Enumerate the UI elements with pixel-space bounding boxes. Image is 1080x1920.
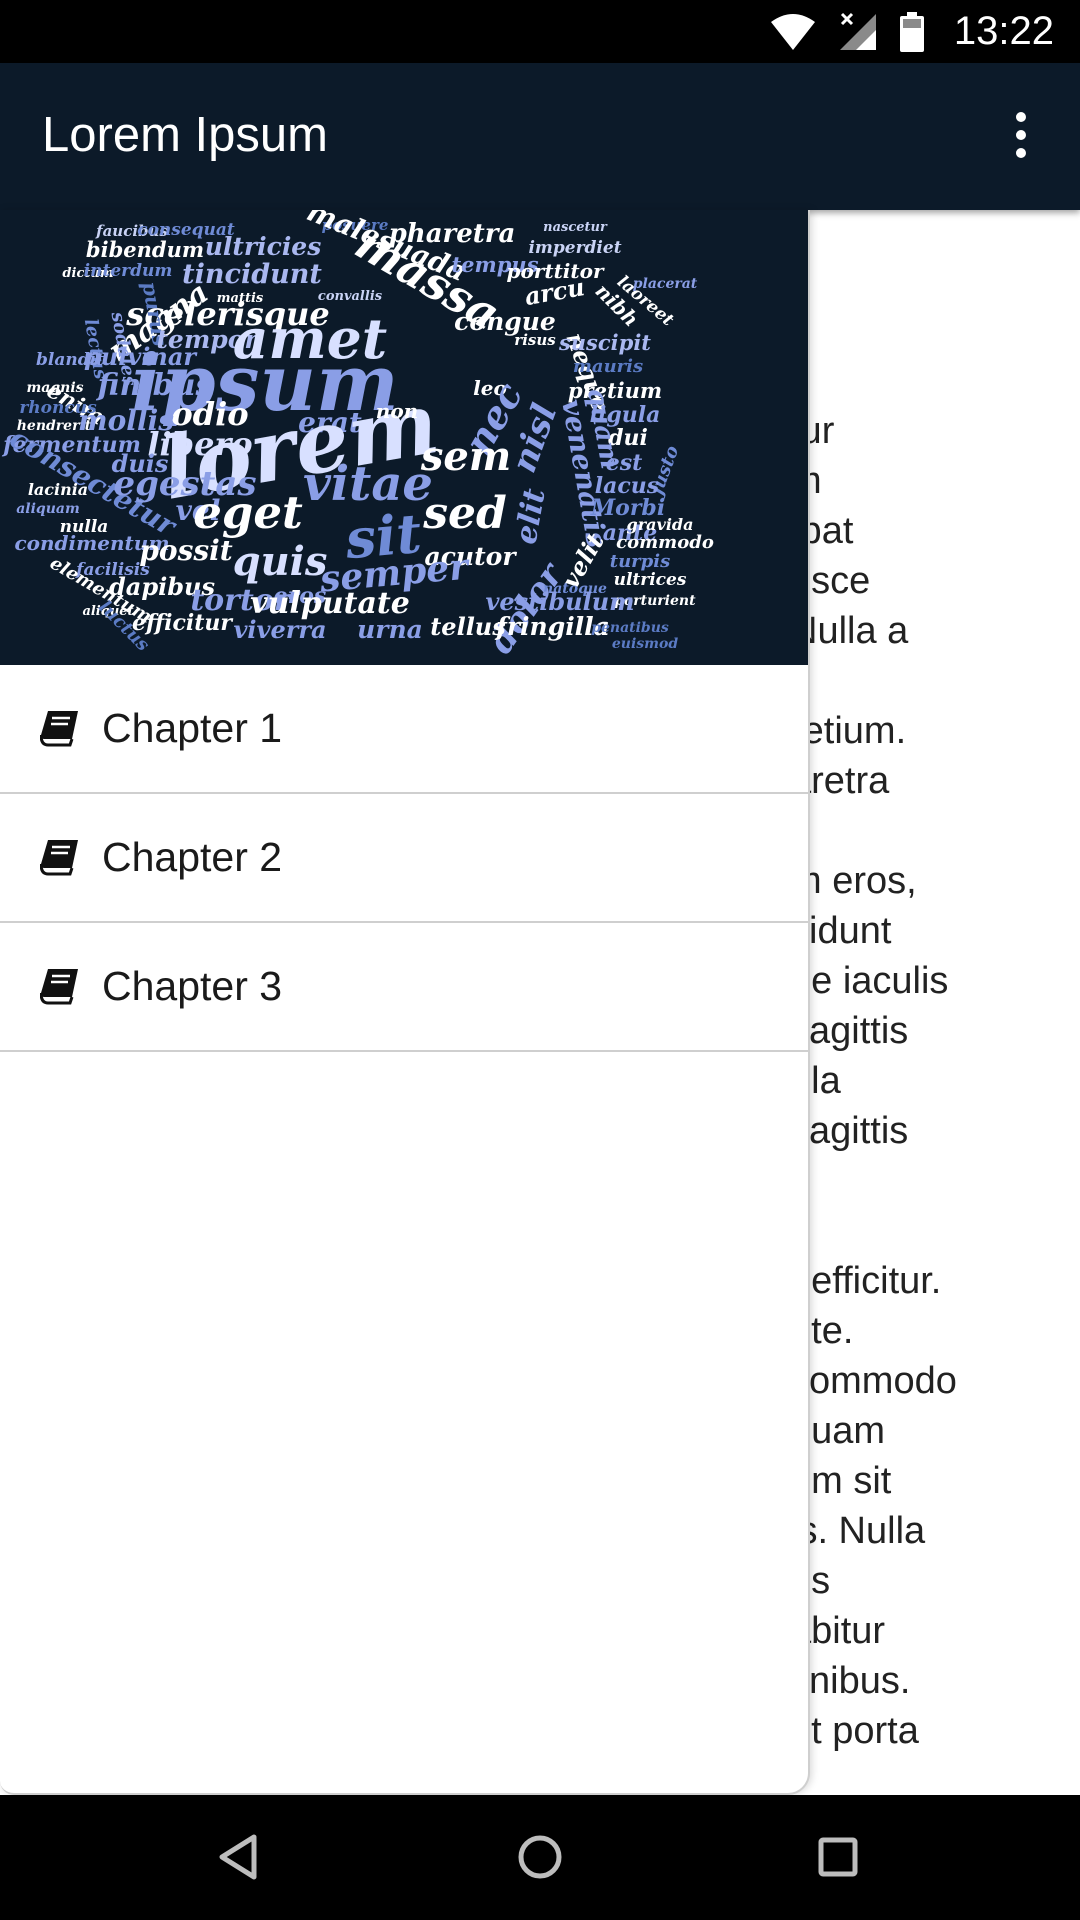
drawer-item-label: Chapter 2 — [102, 834, 283, 880]
screen: 13:22 Lorem Ipsum turmtpatusceNulla aret… — [0, 0, 1080, 1920]
navigation-drawer: faucibus consequat posuere pharetra nascetur… — [0, 210, 810, 1795]
word-cloud-word: euismod — [612, 636, 678, 652]
word-cloud-word: quis — [233, 538, 328, 585]
word-cloud-word: penatibus — [591, 620, 669, 636]
back-triangle-icon[interactable] — [208, 1825, 272, 1889]
drawer-header: faucibus consequat posuere pharetra nascetur… — [0, 210, 808, 665]
word-cloud-word: tellus — [430, 612, 506, 641]
drawer-item-chapter-2[interactable]: Chapter 2 — [0, 794, 808, 923]
status-time: 13:22 — [953, 9, 1054, 53]
word-cloud-word: urna — [357, 615, 423, 644]
word-cloud-word: nascetur — [543, 220, 608, 235]
battery-icon — [899, 11, 924, 52]
word-cloud-word: risus — [514, 331, 556, 349]
word-cloud-word: lacinia — [28, 480, 88, 499]
word-cloud-word: turpis — [610, 551, 670, 572]
more-vert-icon[interactable] — [986, 95, 1056, 175]
app-bar: Lorem Ipsum — [0, 63, 1080, 210]
status-icons: 13:22 — [770, 0, 1054, 63]
word-cloud-word: suscipit — [558, 330, 651, 355]
drawer-item-chapter-3[interactable]: Chapter 3 — [0, 923, 808, 1052]
word-cloud-word: placerat — [633, 276, 698, 292]
word-cloud-word: ultricies — [205, 232, 322, 261]
book-icon — [40, 969, 78, 1005]
word-cloud-word: aliquam — [16, 501, 80, 517]
word-cloud-word: sed — [422, 488, 507, 539]
signal-off-icon — [839, 12, 876, 50]
drawer-item-chapter-1[interactable]: Chapter 1 — [0, 665, 808, 794]
word-cloud-word: mauris — [573, 356, 643, 377]
content-line: commodo — [790, 1360, 957, 1402]
book-icon — [40, 711, 78, 747]
content-line: ue iaculis — [790, 960, 949, 1002]
wifi-icon — [770, 13, 815, 50]
word-cloud-word: imperdiet — [528, 238, 621, 258]
system-nav-bar — [0, 1795, 1080, 1920]
app-title: Lorem Ipsum — [42, 108, 328, 162]
book-icon — [40, 840, 78, 876]
word-cloud-word: elit — [509, 486, 553, 547]
word-cloud-image: faucibusconsequat posuere pharetra nascetur… — [1, 210, 714, 661]
content-line: t efficitur. — [790, 1260, 942, 1302]
word-cloud-word: commodo — [616, 532, 714, 553]
word-cloud-word: sem — [420, 433, 511, 480]
content-line: is. Nulla — [790, 1510, 926, 1552]
word-cloud-word: interdum — [84, 261, 173, 281]
word-cloud-word: eget — [193, 486, 303, 539]
drawer-items: Chapter 1 Chapter 2 Chapter 3 — [0, 665, 808, 1052]
drawer-item-label: Chapter 1 — [102, 705, 283, 751]
menu-dot — [1016, 148, 1026, 158]
menu-dot — [1016, 112, 1026, 122]
drawer-item-label: Chapter 3 — [102, 963, 283, 1009]
home-circle-icon[interactable] — [508, 1825, 572, 1889]
word-cloud-word: tincidunt — [182, 259, 322, 290]
menu-dot — [1016, 130, 1026, 140]
word-cloud-word: possit — [139, 534, 232, 567]
word-cloud-word: viverra — [233, 615, 326, 644]
word-cloud-word: efficitur — [132, 610, 233, 636]
word-cloud-word: non — [376, 399, 418, 423]
recents-square-icon[interactable] — [806, 1825, 870, 1889]
status-bar: 13:22 — [0, 0, 1080, 63]
